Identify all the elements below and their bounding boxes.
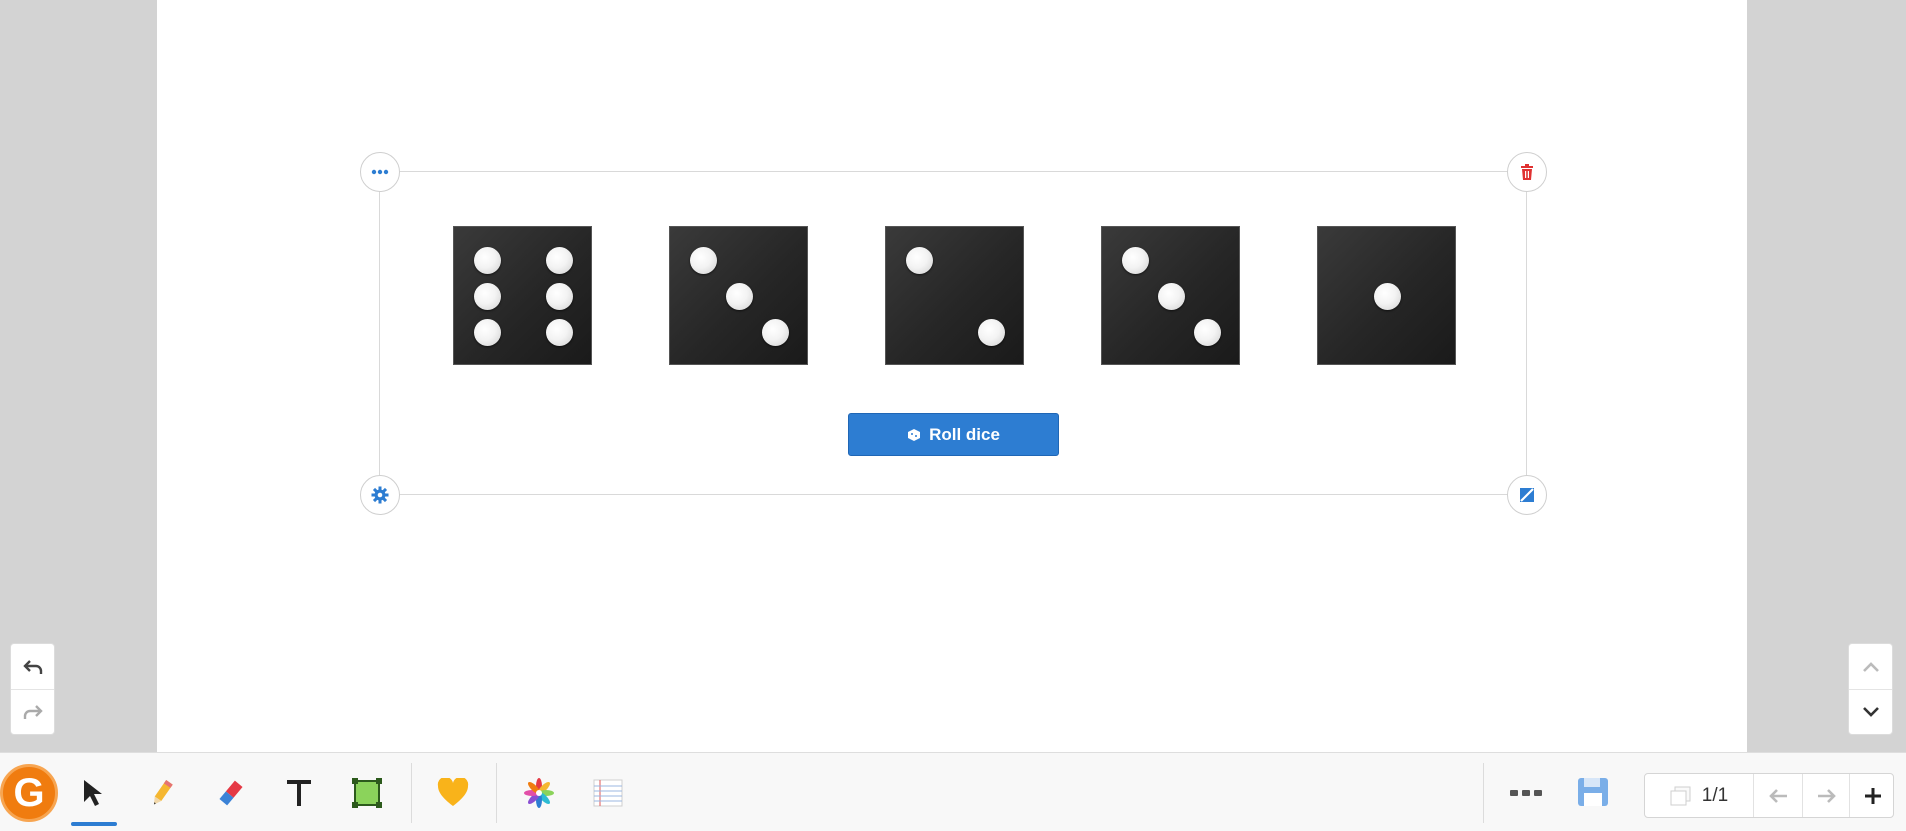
widget-resize-button[interactable] [1507,475,1547,515]
die-3[interactable] [885,226,1024,365]
die-pip [906,247,933,274]
die-pip [474,319,501,346]
more-dots-icon [371,169,389,175]
pen-tool[interactable] [132,753,192,831]
chevron-up-icon [1862,661,1879,672]
die-2[interactable] [669,226,808,365]
pages-icon [1670,786,1691,805]
bottom-toolbar: G [0,752,1906,831]
widget-settings-button[interactable] [360,475,400,515]
app-logo[interactable]: G [0,764,58,822]
save-button[interactable] [1564,753,1624,831]
die-pip [546,283,573,310]
die-pip [690,247,717,274]
die-pip [978,319,1005,346]
scroll-up-button[interactable] [1849,644,1892,689]
more-options-button[interactable] [1496,753,1556,831]
text-t-icon [287,779,311,806]
dice-icon [908,428,921,441]
eraser-tool[interactable] [201,753,261,831]
apps-flower-icon [524,777,554,808]
die-pip [474,283,501,310]
roll-dice-label: Roll dice [929,424,1000,444]
arrow-left-icon [1768,788,1787,803]
toolbar-separator [411,763,412,823]
stickers-tool[interactable] [423,753,483,831]
widget-delete-button[interactable] [1507,152,1547,192]
die-pip [726,283,753,310]
shape-tool[interactable] [337,753,397,831]
trash-icon [1521,164,1533,180]
resize-icon [1520,488,1534,502]
undo-redo-group [10,643,55,735]
gear-icon [371,486,389,504]
die-5[interactable] [1317,226,1456,365]
widget-menu-button[interactable] [360,152,400,192]
die-pip [1158,283,1185,310]
pencil-icon [153,779,173,804]
heart-icon [437,777,469,806]
die-pip [762,319,789,346]
save-disk-icon [1578,777,1608,806]
cursor-arrow-icon [84,779,102,806]
undo-icon [22,659,42,674]
next-page-button[interactable] [1802,774,1849,817]
eraser-icon [219,780,243,805]
arrow-right-icon [1818,788,1836,803]
die-pip [546,247,573,274]
page-count[interactable]: 1/1 [1645,774,1754,817]
die-pip [1194,319,1221,346]
undo-button[interactable] [11,644,54,689]
toolbar-separator [1483,763,1484,823]
add-page-button[interactable] [1849,774,1896,817]
die-1[interactable] [453,226,592,365]
shape-square-icon [352,777,382,808]
text-tool[interactable] [269,753,329,831]
previous-page-button[interactable] [1755,774,1802,817]
page-navigator: 1/1 [1644,773,1894,818]
scroll-group [1848,643,1893,735]
select-tool[interactable] [64,753,124,831]
more-dots-icon [1510,789,1542,796]
background-tool[interactable] [578,753,638,831]
die-pip [1374,283,1401,310]
die-4[interactable] [1101,226,1240,365]
redo-button[interactable] [11,689,54,734]
die-pip [474,247,501,274]
page-indicator: 1/1 [1701,784,1729,806]
plus-icon [1865,787,1881,804]
die-pip [1122,247,1149,274]
roll-dice-button[interactable]: Roll dice [848,413,1059,456]
toolbar-separator [496,763,497,823]
scroll-down-button[interactable] [1849,689,1892,734]
lined-paper-icon [593,779,623,806]
die-pip [546,319,573,346]
chevron-down-icon [1862,707,1879,717]
redo-icon [23,705,43,719]
apps-tool[interactable] [509,753,569,831]
